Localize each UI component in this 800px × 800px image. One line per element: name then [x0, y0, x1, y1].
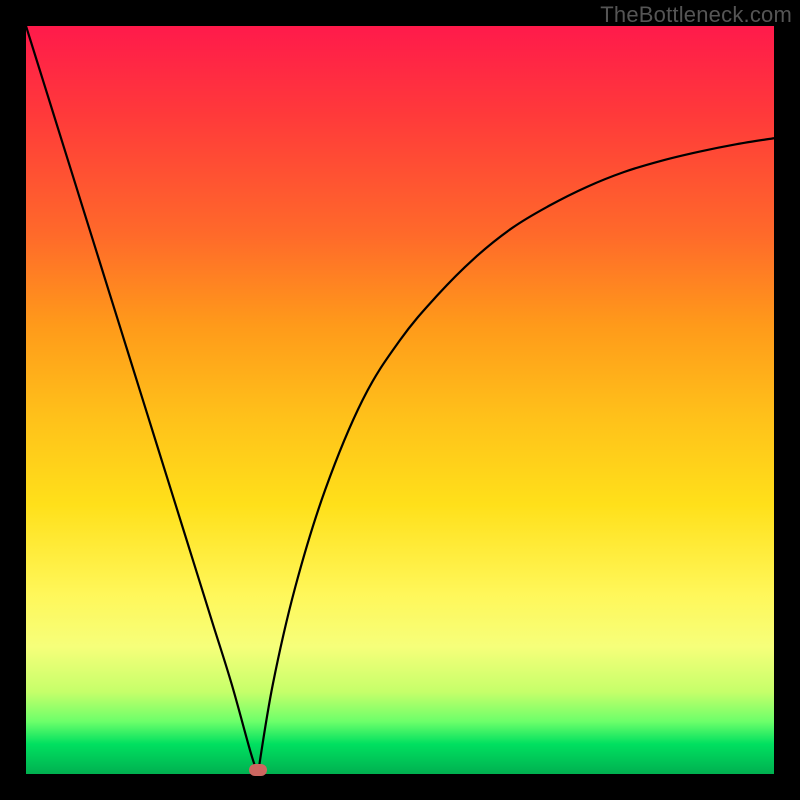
chart-container: TheBottleneck.com	[0, 0, 800, 800]
bottleneck-curve	[26, 26, 774, 774]
minimum-marker	[249, 764, 267, 776]
watermark-text: TheBottleneck.com	[600, 2, 792, 28]
plot-area	[26, 26, 774, 774]
